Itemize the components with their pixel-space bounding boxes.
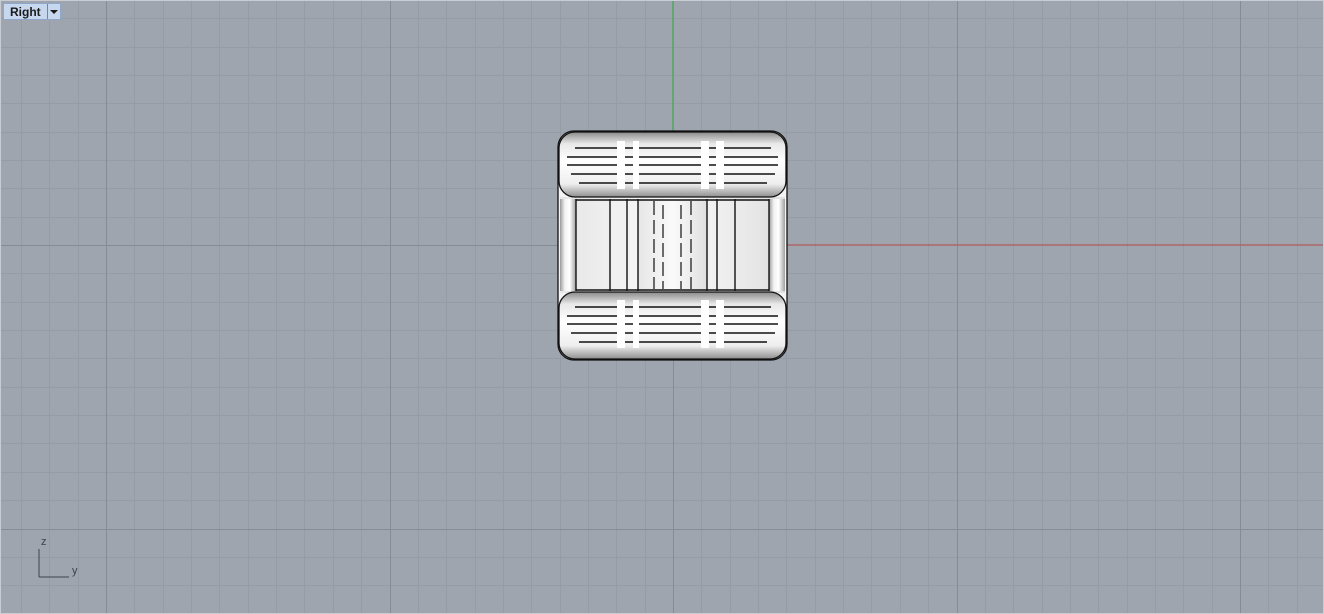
viewport-title[interactable]: Right <box>4 4 47 19</box>
axis-label-y: y <box>72 565 78 577</box>
viewport-menu-button[interactable] <box>46 4 60 19</box>
right-viewport[interactable]: Right z y <box>0 0 1324 614</box>
bottom-ring <box>558 291 787 360</box>
axis-orientation-widget: z y <box>31 535 91 585</box>
left-post <box>560 199 576 291</box>
viewport-canvas[interactable] <box>1 1 1324 614</box>
right-post <box>769 199 785 291</box>
axis-widget-lines <box>38 549 69 578</box>
model-object[interactable] <box>557 130 788 361</box>
center-column <box>638 199 707 291</box>
top-ring <box>558 131 787 198</box>
axis-label-z: z <box>41 536 47 548</box>
triangle-down-icon <box>49 9 58 14</box>
viewport-title-tab[interactable]: Right <box>3 3 61 20</box>
